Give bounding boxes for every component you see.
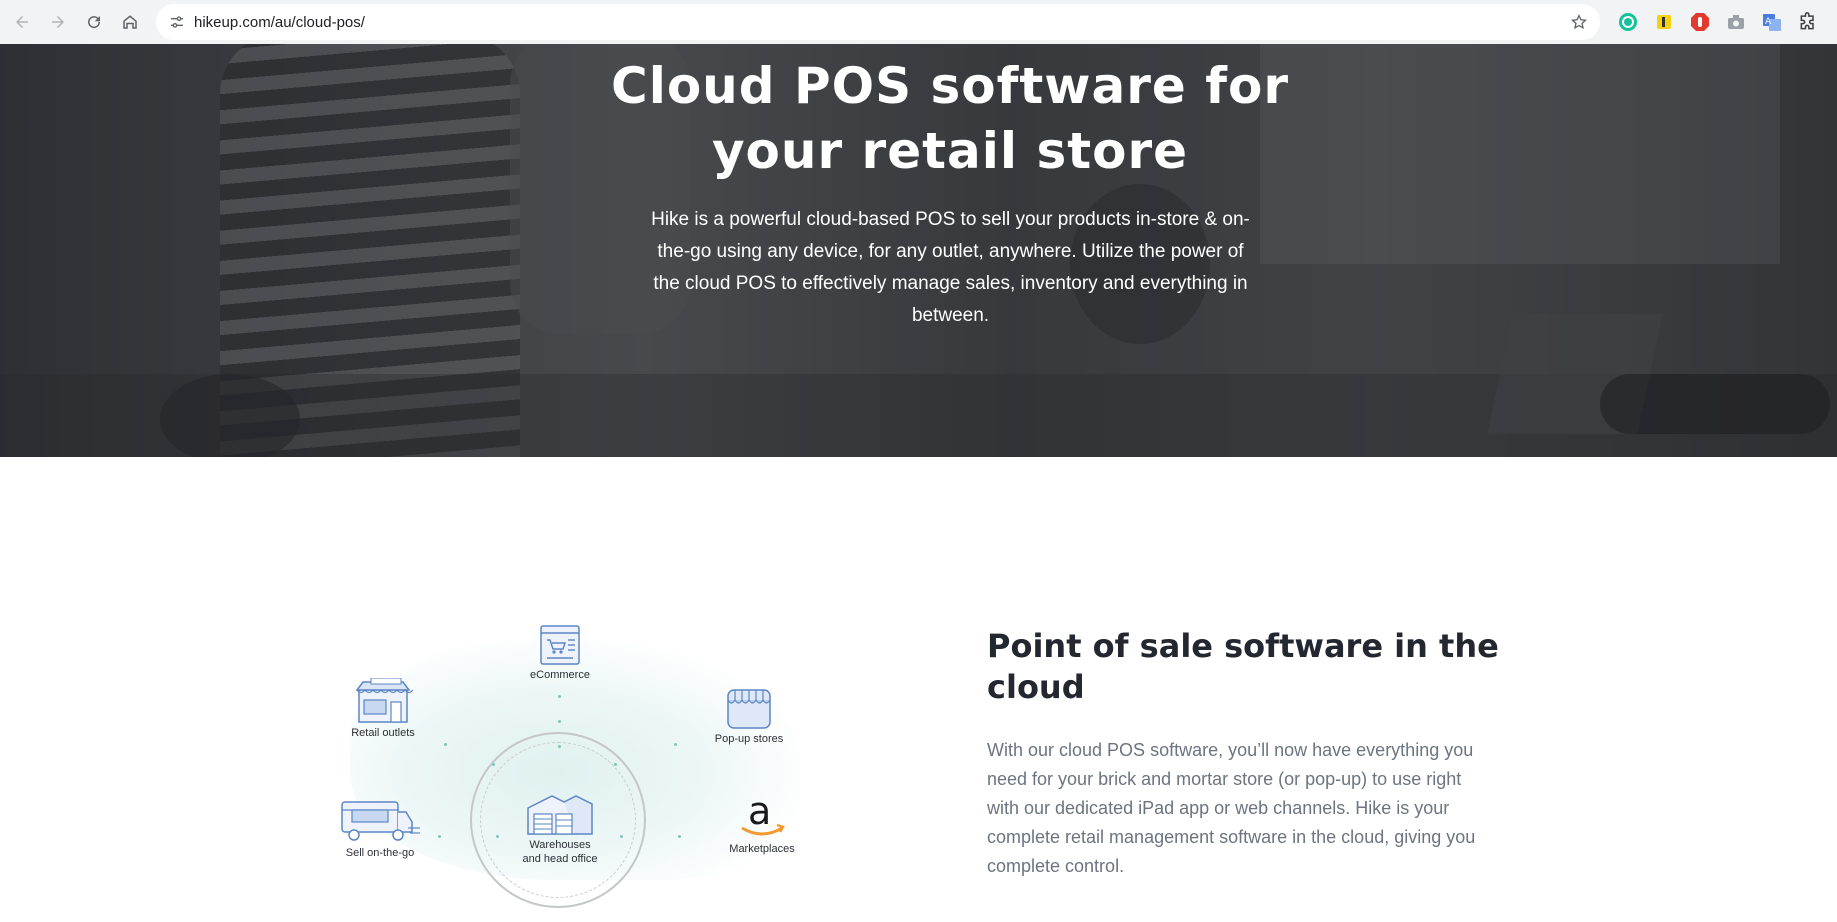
popup-stores-label: Pop-up stores — [714, 733, 784, 745]
connector-dot — [558, 695, 561, 698]
amazon-logo-glyph: a — [748, 792, 771, 833]
site-info-icon[interactable] — [162, 7, 192, 37]
amazon-logo-icon: a — [741, 792, 785, 836]
hero-description: Hike is a powerful cloud-based POS to se… — [651, 209, 1250, 326]
diagram-node-sell-on-the-go: Sell on-the-go — [330, 798, 430, 860]
ecommerce-label: eCommerce — [530, 669, 590, 681]
connector-dot — [492, 763, 495, 766]
forward-button[interactable] — [40, 4, 76, 40]
marketplaces-label: Marketplaces — [729, 843, 795, 855]
warehouses-label-line-1: Warehouses — [529, 839, 591, 851]
sell-on-the-go-label: Sell on-the-go — [345, 847, 415, 859]
highlighter-icon[interactable] — [1648, 6, 1680, 38]
arrow-right-icon — [52, 16, 64, 28]
address-bar[interactable]: hikeup.com/au/cloud-pos/ — [156, 4, 1600, 40]
connector-dot — [444, 743, 447, 746]
diagram-node-warehouses: Warehouses and head office — [510, 790, 610, 866]
connector-dot — [438, 835, 441, 838]
connector-dot — [558, 745, 561, 748]
extensions-puzzle-icon[interactable] — [1792, 6, 1824, 38]
home-button[interactable] — [112, 4, 148, 40]
section-description: With our cloud POS software, you’ll now … — [987, 740, 1476, 876]
omnichannel-diagram: eCommerce Retail outlets Pop-up stores S… — [320, 620, 820, 908]
grammarly-icon[interactable] — [1612, 6, 1644, 38]
hero-title: Cloud POS software for your retail store — [560, 54, 1340, 184]
retail-store-icon — [355, 678, 413, 723]
url-text: hikeup.com/au/cloud-pos/ — [194, 13, 365, 31]
section-title: Point of sale software in the cloud — [987, 627, 1499, 706]
connector-dot — [678, 835, 681, 838]
warehouses-label: Warehouses and head office — [522, 838, 597, 866]
browser-toolbar: hikeup.com/au/cloud-pos/ A — [0, 0, 1837, 44]
diagram-node-retail-outlets: Retail outlets — [338, 678, 428, 740]
diagram-node-marketplaces: a Marketplaces — [720, 792, 804, 856]
home-icon — [123, 15, 137, 29]
popup-store-icon — [727, 689, 771, 729]
retail-outlets-label: Retail outlets — [351, 727, 415, 739]
translate-icon[interactable]: A — [1756, 6, 1788, 38]
connector-dot — [496, 835, 499, 838]
diagram-node-ecommerce: eCommerce — [520, 624, 600, 682]
connector-dot — [620, 835, 623, 838]
warehouses-label-line-2: and head office — [522, 853, 598, 865]
ecommerce-browser-icon — [540, 625, 580, 665]
bookmark-star-icon[interactable] — [1570, 13, 1588, 36]
adblock-icon[interactable] — [1684, 6, 1716, 38]
extensions-area: A — [1612, 4, 1824, 40]
reload-icon — [88, 16, 101, 29]
arrow-left-icon — [16, 16, 28, 28]
connector-dot — [674, 743, 677, 746]
back-button[interactable] — [4, 4, 40, 40]
connector-dot — [614, 763, 617, 766]
food-truck-icon — [341, 801, 420, 841]
diagram-node-popup-stores: Pop-up stores — [704, 686, 794, 746]
connector-dot — [558, 720, 561, 723]
hero-banner: Cloud POS software for your retail store… — [0, 44, 1837, 457]
svg-text:A: A — [1765, 17, 1772, 27]
camera-icon[interactable] — [1720, 6, 1752, 38]
reload-button[interactable] — [76, 4, 112, 40]
warehouse-icon — [527, 795, 593, 835]
hero-title-line-1: Cloud POS software for — [611, 57, 1289, 115]
hero-title-line-2: your retail store — [711, 122, 1189, 180]
